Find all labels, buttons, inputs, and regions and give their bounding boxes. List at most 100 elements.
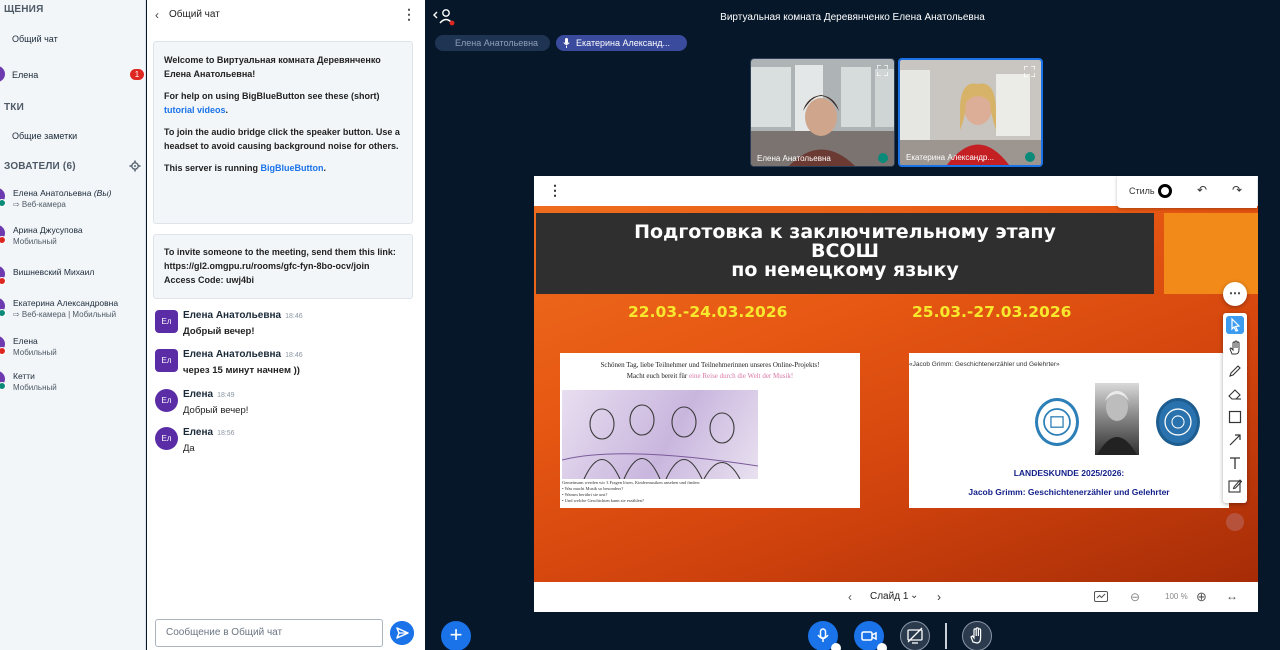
chat-panel: ‹ Общий чат ⋮ Welcome to Виртуальная ком… <box>147 0 425 650</box>
pencil-icon[interactable] <box>1226 362 1244 380</box>
more-horizontal-icon[interactable]: ⋯ <box>1223 282 1247 306</box>
institute-seal-icon <box>1156 398 1200 446</box>
users-header: ЗОВАТЕЛИ (6) <box>4 161 76 172</box>
private-chat-item[interactable]: Елена <box>12 70 38 80</box>
zoom-in-icon[interactable]: ⊕ <box>1196 589 1207 605</box>
pan-hand-icon[interactable] <box>1226 339 1244 357</box>
user-name: Вишневский Михаил <box>13 267 95 277</box>
trash-icon[interactable] <box>1226 513 1244 531</box>
actions-plus-button[interactable]: + <box>441 621 471 650</box>
chat-title[interactable]: Общий чат <box>169 9 220 20</box>
messages-header: ЩЕНИЯ <box>4 4 44 15</box>
talker-name: Елена Анатольевна <box>455 38 539 48</box>
message-author: Елена <box>183 389 214 400</box>
fit-width-icon[interactable]: ↔ <box>1226 589 1238 603</box>
project-card-grimm: «Jacob Grimm: Geschichtenerzähler und Ge… <box>909 353 1229 508</box>
camera-button[interactable] <box>854 621 887 650</box>
main-area: Виртуальная комната Деревянченко Елена А… <box>425 0 1280 650</box>
message-text: Да <box>183 443 195 454</box>
user-item[interactable]: Екатерина Александровна ⇨ Веб-камера | М… <box>13 298 118 320</box>
previous-slide-icon[interactable]: ‹ <box>848 590 852 604</box>
select-tool-icon[interactable] <box>1226 316 1244 334</box>
user-item[interactable]: Арина Джусупова Мобильный <box>13 225 83 247</box>
user-status: Мобильный <box>13 237 57 246</box>
chevron-left-icon[interactable]: ‹ <box>155 8 159 22</box>
next-slide-icon[interactable]: › <box>937 590 941 604</box>
message-avatar: Ел <box>155 389 178 412</box>
slide-title-line: по немецкому языку <box>731 259 959 281</box>
user-status: Мобильный <box>13 383 57 392</box>
video-tile[interactable]: Елена Анатольевна <box>750 58 895 167</box>
text-tool-icon[interactable] <box>1226 454 1244 472</box>
slide-navigation: ‹ Слайд 1 ⌄ › ⊖ 100 % ⊕ ↔ <box>534 582 1258 612</box>
message-text: через 15 минут начнем )) <box>183 365 300 376</box>
tutorial-videos-link[interactable]: tutorial videos <box>164 105 226 115</box>
talking-indicator[interactable]: Елена Анатольевна <box>435 35 550 51</box>
slide-canvas[interactable]: Подготовка к заключительному этапу ВСОШ … <box>534 206 1258 582</box>
message-time: 18:46 <box>285 313 303 320</box>
date-range-2: 25.03.-27.03.2026 <box>912 303 1072 321</box>
webcam-feed-2 <box>900 60 1041 165</box>
talker-name: Екатерина Александ... <box>576 38 671 48</box>
you-tag: (Вы) <box>93 188 112 198</box>
zoom-out-icon[interactable]: ⊖ <box>1130 590 1140 604</box>
redo-icon[interactable]: ↷ <box>1232 183 1242 197</box>
user-item[interactable]: Вишневский Михаил <box>13 267 94 278</box>
microphone-status-icon <box>878 153 888 163</box>
presentation-options-icon[interactable]: ⋮ <box>548 182 562 199</box>
user-list-sidebar: ЩЕНИЯ Общий чат Елена 1 ТКИ Общие заметк… <box>0 0 146 650</box>
user-name: Екатерина Александровна <box>13 298 119 308</box>
composers-illustration <box>562 390 758 479</box>
talking-indicator[interactable]: Екатерина Александ... <box>556 35 687 51</box>
message-text: Добрый вечер! <box>183 326 255 337</box>
rectangle-tool-icon[interactable] <box>1226 408 1244 426</box>
user-avatar <box>0 188 6 207</box>
send-button[interactable] <box>390 621 414 645</box>
more-vertical-icon[interactable]: ⋮ <box>402 6 416 23</box>
invite-link[interactable]: https://gl2.omgpu.ru/rooms/gfc-fyn-8bo-o… <box>164 259 402 273</box>
message-time: 18:46 <box>285 352 303 359</box>
screen-share-button[interactable] <box>900 621 930 650</box>
audio-options-caret[interactable] <box>831 643 841 650</box>
video-tile[interactable]: Екатерина Александр... <box>898 58 1043 167</box>
message-author: Елена Анатольевна <box>183 349 282 360</box>
welcome-message: Welcome to Виртуальная комната Деревянче… <box>153 41 413 224</box>
style-label[interactable]: Стиль <box>1129 186 1155 196</box>
slide-number[interactable]: Слайд 1 <box>870 591 908 602</box>
audio-instructions: To join the audio bridge click the speak… <box>164 127 400 151</box>
room-title: Виртуальная комната Деревянченко Елена А… <box>720 12 985 23</box>
user-name: Кетти <box>13 371 35 381</box>
video-user-name: Екатерина Александр... <box>906 153 995 162</box>
presentation-area: ⋮ Подготовка к заключительному этапу ВСО… <box>534 176 1258 612</box>
microphone-button[interactable] <box>808 621 841 650</box>
user-status: ⇨ Веб-камера <box>13 200 66 209</box>
user-item[interactable]: Кетти Мобильный <box>13 371 57 393</box>
shared-notes-item[interactable]: Общие заметки <box>12 131 77 141</box>
user-item[interactable]: Елена Мобильный <box>13 336 57 358</box>
video-options-caret[interactable] <box>877 643 887 650</box>
bigbluebutton-link[interactable]: BigBlueButton <box>261 163 324 173</box>
raise-hand-icon <box>970 627 982 644</box>
arrow-tool-icon[interactable] <box>1226 431 1244 449</box>
color-picker-icon[interactable] <box>1158 184 1172 198</box>
video-user-name: Елена Анатольевна <box>757 154 831 163</box>
public-chat-item[interactable]: Общий чат <box>12 34 58 44</box>
project-card-music: Schönen Tag, liebe Teilnehmer und Teilne… <box>560 353 860 508</box>
annotation-toolbar <box>1223 313 1247 503</box>
user-avatar <box>0 336 6 355</box>
undo-icon[interactable]: ↶ <box>1197 183 1207 197</box>
eraser-icon[interactable] <box>1226 385 1244 403</box>
raise-hand-button[interactable] <box>962 621 992 650</box>
user-status: ⇨ Веб-камера | Мобильный <box>13 310 117 319</box>
chat-message-input[interactable]: Сообщение в Общий чат <box>155 619 383 647</box>
user-item[interactable]: Елена Анатольевна (Вы) ⇨ Веб-камера <box>13 188 111 210</box>
fullscreen-icon[interactable] <box>877 65 888 76</box>
user-status: Мобильный <box>13 348 57 357</box>
gear-icon[interactable] <box>129 160 141 172</box>
card-subline: Macht euch bereit für eine Reise durch d… <box>626 372 794 380</box>
chevron-down-icon[interactable]: ⌄ <box>910 590 918 601</box>
fullscreen-icon[interactable] <box>1024 66 1035 77</box>
grimm-portrait <box>1095 383 1139 455</box>
fit-to-page-icon[interactable] <box>1094 591 1108 602</box>
note-tool-icon[interactable] <box>1226 477 1244 495</box>
